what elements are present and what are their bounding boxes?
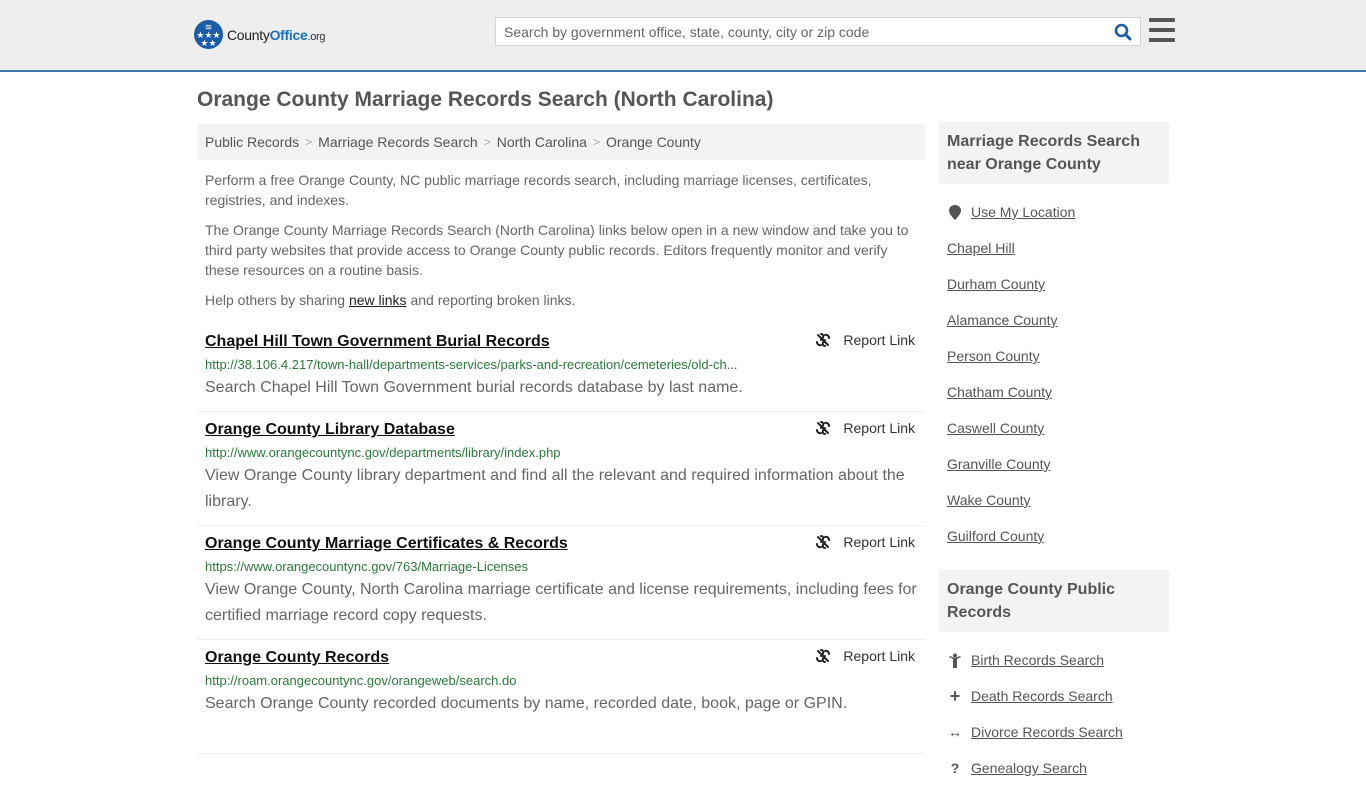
nearby-link-guilford-county[interactable]: Guilford County [947, 528, 1044, 544]
nearby-link-alamance-county[interactable]: Alamance County [947, 312, 1058, 328]
question-icon: ? [950, 760, 960, 776]
intro-text: Perform a free Orange County, NC public … [205, 170, 920, 320]
nearby-link-durham-county[interactable]: Durham County [947, 276, 1045, 292]
intro-paragraph: Perform a free Orange County, NC public … [205, 172, 872, 208]
breadcrumb-separator: > [592, 135, 600, 149]
report-link-button[interactable]: Report Link [815, 332, 915, 348]
breadcrumb-separator: > [483, 135, 491, 149]
result-url: http://roam.orangecountync.gov/orangeweb… [205, 673, 517, 688]
search-button[interactable] [1106, 18, 1140, 45]
logo-text: CountyOffice.org [227, 26, 326, 43]
search-input[interactable] [496, 18, 1106, 45]
result-title-link[interactable]: Orange County Records [205, 648, 389, 668]
nearby-link-person-county[interactable]: Person County [947, 348, 1040, 364]
result-description: View Orange County library department an… [205, 467, 905, 510]
broken-link-icon [816, 421, 831, 435]
nearby-item: Granville County [947, 446, 1161, 482]
results-list: Chapel Hill Town Government Burial Recor… [197, 324, 925, 754]
public-record-item: ? Genealogy Search [947, 750, 1161, 786]
breadcrumb-separator: > [305, 135, 313, 149]
breadcrumb-public-records[interactable]: Public Records [205, 134, 299, 150]
search-bar [495, 17, 1141, 46]
report-link-button[interactable]: Report Link [815, 420, 915, 436]
eagle-logo-icon: ≋ ★★★ ★★ [194, 20, 223, 49]
map-marker-icon [947, 204, 963, 220]
public-record-item: + Death Records Search [947, 678, 1161, 714]
nearby-item: Alamance County [947, 302, 1161, 338]
nearby-link-chapel-hill[interactable]: Chapel Hill [947, 240, 1015, 256]
result-item: Orange County Records Report Link http:/… [197, 640, 925, 754]
arrows-horizontal-icon: ↔ [948, 724, 962, 740]
public-records-heading: Orange County Public Records [939, 570, 1169, 632]
genealogy-search-link[interactable]: Genealogy Search [971, 760, 1087, 776]
site-header: ≋ ★★★ ★★ CountyOffice.org [0, 0, 1366, 72]
result-item: Orange County Marriage Certificates & Re… [197, 526, 925, 640]
sidebar: Marriage Records Search near Orange Coun… [939, 122, 1169, 802]
death-records-link[interactable]: Death Records Search [971, 688, 1113, 704]
new-links-link[interactable]: new links [349, 292, 407, 308]
share-paragraph: Help others by sharing new links and rep… [205, 292, 576, 308]
breadcrumb-marriage-records[interactable]: Marriage Records Search [318, 134, 478, 150]
result-description: Search Chapel Hill Town Government buria… [205, 379, 743, 396]
broken-link-icon [816, 333, 831, 347]
nearby-link-caswell-county[interactable]: Caswell County [947, 420, 1044, 436]
nearby-item: Chapel Hill [947, 230, 1161, 266]
result-title-link[interactable]: Chapel Hill Town Government Burial Recor… [205, 332, 550, 352]
nearby-item: Caswell County [947, 410, 1161, 446]
site-logo[interactable]: ≋ ★★★ ★★ CountyOffice.org [194, 20, 326, 49]
report-link-button[interactable]: Report Link [815, 648, 915, 664]
hamburger-menu-icon[interactable] [1149, 18, 1175, 42]
child-icon [947, 653, 963, 668]
nearby-link-chatham-county[interactable]: Chatham County [947, 384, 1052, 400]
cross-icon: + [949, 685, 961, 706]
search-icon [1114, 23, 1132, 40]
nearby-item: Person County [947, 338, 1161, 374]
breadcrumb-north-carolina[interactable]: North Carolina [497, 134, 587, 150]
use-my-location-link[interactable]: Use My Location [971, 204, 1075, 220]
page-title: Orange County Marriage Records Search (N… [197, 88, 774, 111]
result-title-link[interactable]: Orange County Marriage Certificates & Re… [205, 534, 568, 554]
nearby-link-wake-county[interactable]: Wake County [947, 492, 1031, 508]
result-item: Orange County Library Database Report Li… [197, 412, 925, 526]
public-record-item: ↔ Divorce Records Search [947, 714, 1161, 750]
nearby-item: Durham County [947, 266, 1161, 302]
nearby-link-granville-county[interactable]: Granville County [947, 456, 1051, 472]
result-description: View Orange County, North Carolina marri… [205, 581, 917, 624]
intro-paragraph: The Orange County Marriage Records Searc… [205, 222, 909, 278]
nearby-list: Use My Location Chapel Hill Durham Count… [939, 184, 1169, 570]
result-url: https://www.orangecountync.gov/763/Marri… [205, 559, 529, 574]
nearby-heading: Marriage Records Search near Orange Coun… [939, 122, 1169, 184]
broken-link-icon [816, 535, 831, 549]
nearby-item: Wake County [947, 482, 1161, 518]
result-item: Chapel Hill Town Government Burial Recor… [197, 324, 925, 412]
result-description: Search Orange County recorded documents … [205, 695, 848, 712]
divorce-records-link[interactable]: Divorce Records Search [971, 724, 1123, 740]
broken-link-icon [816, 649, 831, 663]
breadcrumb-orange-county[interactable]: Orange County [606, 134, 701, 150]
use-my-location-item: Use My Location [947, 194, 1161, 230]
public-record-item: Birth Records Search [947, 642, 1161, 678]
birth-records-link[interactable]: Birth Records Search [971, 652, 1104, 668]
public-records-list: Birth Records Search + Death Records Sea… [939, 632, 1169, 802]
report-link-button[interactable]: Report Link [815, 534, 915, 550]
nearby-item: Chatham County [947, 374, 1161, 410]
breadcrumb: Public Records > Marriage Records Search… [197, 124, 925, 160]
result-url: http://38.106.4.217/town-hall/department… [205, 357, 738, 372]
result-title-link[interactable]: Orange County Library Database [205, 420, 455, 440]
result-url: http://www.orangecountync.gov/department… [205, 445, 561, 460]
nearby-item: Guilford County [947, 518, 1161, 554]
